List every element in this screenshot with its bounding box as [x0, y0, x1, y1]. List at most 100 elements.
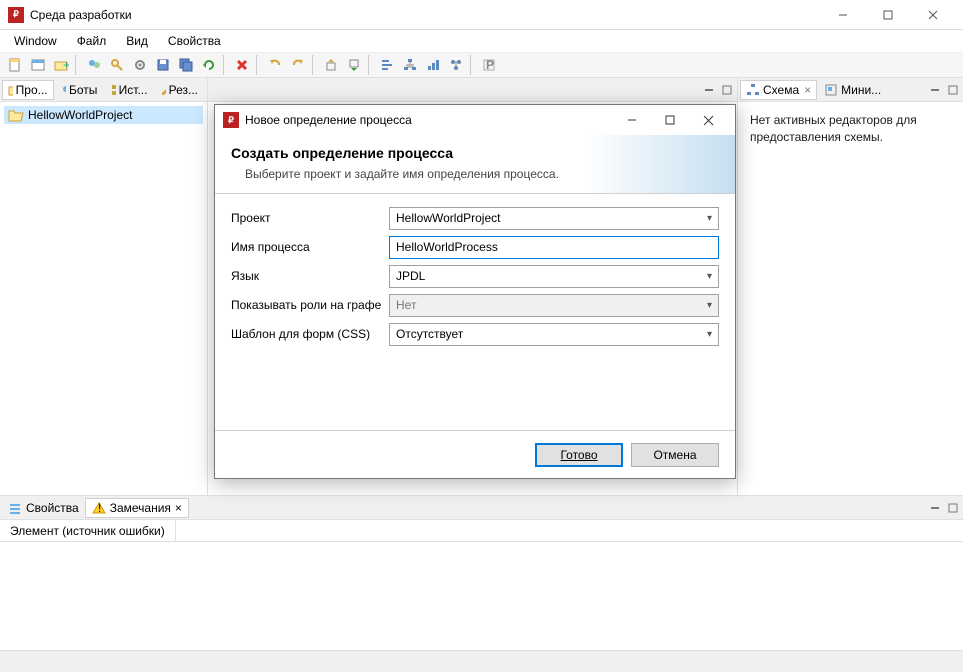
menu-properties[interactable]: Свойства	[158, 32, 231, 50]
process-name-input[interactable]: HelloWorldProcess	[389, 236, 719, 259]
column-header-spacer	[176, 520, 963, 542]
dialog-maximize-button[interactable]	[651, 106, 689, 134]
save-all-icon[interactable]	[175, 54, 197, 76]
warning-icon: !	[92, 501, 106, 515]
align-left-icon[interactable]	[376, 54, 398, 76]
dialog-titlebar: ₽ Новое определение процесса	[215, 105, 735, 135]
maximize-pane-icon[interactable]	[945, 82, 961, 98]
app-icon: ₽	[223, 112, 239, 128]
minimap-icon	[824, 83, 838, 97]
css-template-select[interactable]: Отсутствует ▾	[389, 323, 719, 346]
toolbar-separator	[470, 55, 475, 75]
save-icon[interactable]	[152, 54, 174, 76]
close-icon[interactable]: ×	[175, 501, 182, 515]
label-css-template: Шаблон для форм (CSS)	[231, 327, 389, 341]
tab-issues[interactable]: ! Замечания ×	[85, 498, 189, 518]
label-project: Проект	[231, 211, 389, 225]
cancel-button-label: Отмена	[653, 448, 696, 462]
tab-label: Про...	[16, 83, 48, 97]
tab-label: Свойства	[26, 501, 79, 515]
key-icon[interactable]	[106, 54, 128, 76]
chevron-down-icon: ▾	[707, 213, 712, 224]
toolbar-separator	[312, 55, 317, 75]
maximize-button[interactable]	[865, 1, 910, 29]
tab-minimap[interactable]: Мини...	[818, 80, 887, 100]
cancel-button[interactable]: Отмена	[631, 443, 719, 467]
tree-icon	[746, 83, 760, 97]
maximize-pane-icon[interactable]	[719, 82, 735, 98]
chevron-down-icon: ▾	[707, 300, 712, 311]
properties-icon	[8, 501, 22, 515]
toolbar-separator	[223, 55, 228, 75]
users-icon[interactable]	[83, 54, 105, 76]
minimize-pane-icon[interactable]	[701, 82, 717, 98]
tab-label: Схема	[763, 83, 799, 97]
finish-button[interactable]: Готово	[535, 443, 623, 467]
label-process-name: Имя процесса	[231, 240, 389, 254]
tab-label: Рез...	[169, 83, 198, 97]
chart-icon[interactable]	[422, 54, 444, 76]
svg-text:!: !	[98, 501, 101, 515]
menu-file[interactable]: Файл	[67, 32, 117, 50]
import-icon[interactable]	[343, 54, 365, 76]
new-window-icon[interactable]	[27, 54, 49, 76]
pencil-icon	[160, 83, 165, 97]
language-select[interactable]: JPDL ▾	[389, 265, 719, 288]
label-show-roles: Показывать роли на графе	[231, 298, 389, 312]
dialog-form: Проект HellowWorldProject ▾ Имя процесса…	[215, 194, 735, 430]
banner-title: Создать определение процесса	[231, 145, 719, 161]
close-icon[interactable]: ×	[804, 83, 811, 97]
new-file-icon[interactable]	[4, 54, 26, 76]
minimize-pane-icon[interactable]	[927, 82, 943, 98]
menu-window[interactable]: Window	[4, 32, 67, 50]
tab-projects[interactable]: Про...	[2, 80, 54, 100]
p-icon[interactable]: P	[478, 54, 500, 76]
tab-results[interactable]: Рез...	[154, 80, 204, 100]
column-header-element[interactable]: Элемент (источник ошибки)	[0, 520, 176, 542]
toolbar: + P	[0, 52, 963, 78]
tab-label: Мини...	[841, 83, 881, 97]
minimize-pane-icon[interactable]	[927, 500, 943, 516]
project-select[interactable]: HellowWorldProject ▾	[389, 207, 719, 230]
undo-icon[interactable]	[264, 54, 286, 76]
gear-icon[interactable]	[129, 54, 151, 76]
titlebar: ₽ Среда разработки	[0, 0, 963, 30]
structure-icon[interactable]	[399, 54, 421, 76]
tab-label: Замечания	[110, 501, 171, 515]
dialog-minimize-button[interactable]	[613, 106, 651, 134]
left-tabs: Про... Боты Ист... Рез...	[0, 78, 207, 102]
maximize-pane-icon[interactable]	[945, 500, 961, 516]
folder-icon	[8, 83, 13, 97]
svg-text:P: P	[486, 58, 494, 72]
toolbar-separator	[256, 55, 261, 75]
tab-properties[interactable]: Свойства	[2, 498, 85, 518]
project-tree: HellowWorldProject	[0, 102, 207, 495]
delete-icon[interactable]	[231, 54, 253, 76]
close-button[interactable]	[910, 1, 955, 29]
menu-view[interactable]: Вид	[116, 32, 158, 50]
dialog-buttons: Готово Отмена	[215, 430, 735, 478]
tree-item-project[interactable]: HellowWorldProject	[4, 106, 203, 124]
editor-tabs	[208, 78, 737, 102]
open-folder-icon	[8, 108, 24, 122]
menubar: Window Файл Вид Свойства	[0, 30, 963, 52]
statusbar	[0, 650, 963, 672]
show-roles-select[interactable]: Нет ▾	[389, 294, 719, 317]
tab-schema[interactable]: Схема ×	[740, 80, 817, 100]
chevron-down-icon: ▾	[707, 329, 712, 340]
folder-plus-icon[interactable]: +	[50, 54, 72, 76]
export-icon[interactable]	[320, 54, 342, 76]
tab-sources[interactable]: Ист...	[104, 80, 153, 100]
refresh-icon[interactable]	[198, 54, 220, 76]
chevron-down-icon: ▾	[707, 271, 712, 282]
css-template-value: Отсутствует	[396, 327, 463, 341]
dialog-close-button[interactable]	[689, 106, 727, 134]
new-process-dialog: ₽ Новое определение процесса Создать опр…	[214, 104, 736, 479]
right-panel: Схема × Мини... Нет активных редакторов …	[738, 78, 963, 495]
window-title: Среда разработки	[30, 8, 820, 22]
minimize-button[interactable]	[820, 1, 865, 29]
nodes-icon[interactable]	[445, 54, 467, 76]
redo-icon[interactable]	[287, 54, 309, 76]
tab-bots[interactable]: Боты	[55, 80, 104, 100]
project-value: HellowWorldProject	[396, 211, 500, 225]
